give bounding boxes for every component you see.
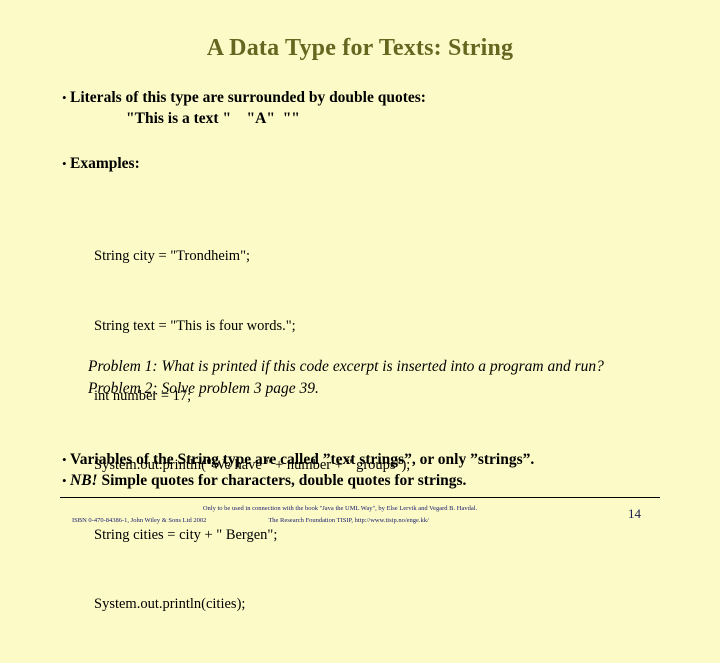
bullet-item-literals: • Literals of this type are surrounded b… [40, 88, 640, 128]
footer-publisher-url: The Research Foundation TISIP, http://ww… [268, 516, 429, 524]
problem-statement-1: Problem 1: What is printed if this code … [88, 358, 604, 375]
bullet-text-block: NB! Simple quotes for characters, double… [70, 471, 466, 490]
code-line: String city = "Trondheim"; [94, 248, 251, 265]
page-number: 14 [628, 506, 641, 521]
bullet-item-literals-label: Literals of this type are surrounded by … [70, 89, 426, 106]
bullet-item-variables-label: Variables of the String type are called … [70, 451, 535, 468]
nb-emphasis-label: NB! [70, 472, 98, 489]
problem-statements: Problem 1: What is printed if this code … [88, 356, 668, 400]
bullet-marker-icon: • [62, 156, 67, 171]
footer-divider [60, 497, 660, 498]
bullet-item-nb: • NB! Simple quotes for characters, doub… [40, 471, 660, 490]
bullet-item-variables: • Variables of the String type are calle… [40, 450, 660, 469]
bullet-text-block: Literals of this type are surrounded by … [70, 88, 426, 128]
code-line: String cities = city + " Bergen"; [94, 526, 278, 543]
bullet-marker-icon: • [62, 473, 67, 488]
footer-credits: Only to be used in connection with the b… [60, 503, 620, 526]
footer-isbn: ISBN 0-470-84386-1, John Wiley & Sons Lt… [72, 516, 207, 524]
code-line: String text = "This is four words."; [94, 318, 296, 335]
bullet-item-examples-label: Examples: [70, 155, 140, 172]
bullet-marker-icon: • [62, 90, 67, 105]
page-title: A Data Type for Texts: String [206, 35, 514, 61]
problem-statement-2: Problem 2: Solve problem 3 page 39. [88, 380, 319, 397]
slide-canvas: A Data Type for Texts: String • Literals… [0, 0, 720, 612]
code-line: System.out.println(cities); [94, 596, 246, 613]
footer-credit-line-2: ISBN 0-470-84386-1, John Wiley & Sons Lt… [60, 515, 620, 527]
bullet-item-examples: • Examples: [40, 154, 440, 173]
footer-credit-line-1: Only to be used in connection with the b… [202, 505, 478, 512]
literal-examples-line: "This is a text " "A" "" [126, 110, 300, 127]
bullet-item-nb-label: Simple quotes for characters, double quo… [97, 472, 467, 489]
bullet-marker-icon: • [62, 452, 67, 467]
code-listing: String city = "Trondheim"; String text =… [94, 199, 614, 663]
